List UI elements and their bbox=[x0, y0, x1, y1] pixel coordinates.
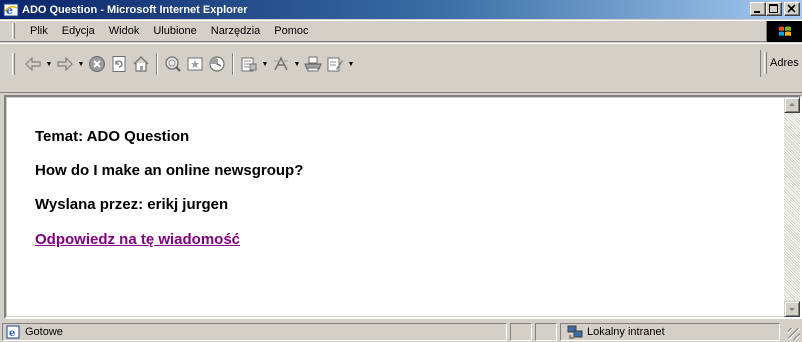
mail-icon bbox=[241, 57, 257, 72]
history-icon bbox=[209, 56, 225, 72]
history-button[interactable] bbox=[206, 53, 228, 75]
back-arrow-icon bbox=[25, 57, 41, 71]
stop-button[interactable] bbox=[86, 53, 108, 75]
refresh-icon bbox=[112, 56, 126, 72]
page-done-icon: e bbox=[6, 325, 20, 339]
refresh-button[interactable] bbox=[108, 53, 130, 75]
down-arrow-icon bbox=[789, 308, 795, 311]
forward-arrow-icon bbox=[57, 57, 73, 71]
window-title: ADO Question - Microsoft Internet Explor… bbox=[22, 3, 248, 16]
mail-button[interactable] bbox=[238, 53, 260, 75]
minimize-button[interactable] bbox=[750, 2, 766, 16]
question-text: How do I make an online newsgroup? bbox=[35, 162, 304, 179]
edit-icon bbox=[327, 57, 343, 72]
favorites-button[interactable] bbox=[184, 53, 206, 75]
status-pane-progress bbox=[510, 323, 532, 341]
back-button[interactable] bbox=[22, 53, 44, 75]
security-zone-text: Lokalny intranet bbox=[587, 326, 665, 338]
address-bar: Adres bbox=[760, 50, 802, 77]
menu-file[interactable]: Plik bbox=[23, 25, 55, 37]
encoding-button[interactable] bbox=[270, 53, 292, 75]
encoding-dropdown[interactable]: ▼ bbox=[292, 53, 302, 75]
menu-view[interactable]: Widok bbox=[102, 25, 147, 37]
close-button[interactable] bbox=[784, 2, 800, 16]
resize-grip[interactable] bbox=[788, 328, 800, 340]
menu-edit[interactable]: Edycja bbox=[55, 25, 102, 37]
home-button[interactable] bbox=[130, 53, 152, 75]
sender-text: Wyslana przez: erikj jurgen bbox=[35, 196, 229, 213]
topic-text: Temat: ADO Question bbox=[35, 128, 190, 145]
reply-link[interactable]: Odpowiedz na tę wiadomość bbox=[35, 231, 240, 248]
caption-buttons bbox=[750, 2, 800, 16]
menu-help[interactable]: Pomoc bbox=[267, 25, 315, 37]
toolbar-buttons: ▼ ▼ ▼ ▼ ▼ bbox=[22, 53, 356, 75]
up-arrow-icon bbox=[789, 103, 795, 106]
status-text: Gotowe bbox=[25, 326, 63, 338]
address-label: Adres bbox=[770, 57, 799, 69]
page-content: Temat: ADO Question How do I make an onl… bbox=[7, 98, 787, 316]
encoding-icon bbox=[274, 56, 288, 71]
edit-button[interactable] bbox=[324, 53, 346, 75]
status-pane-security bbox=[535, 323, 557, 341]
print-icon bbox=[304, 56, 322, 72]
maximize-button[interactable] bbox=[766, 2, 782, 16]
status-pane-zone: Lokalny intranet bbox=[560, 323, 780, 341]
title-bar[interactable]: e ADO Question - Microsoft Internet Expl… bbox=[0, 0, 802, 19]
menu-grip[interactable] bbox=[12, 23, 15, 39]
home-icon bbox=[133, 56, 149, 72]
menu-bar: Plik Edycja Widok Ulubione Narzędzia Pom… bbox=[0, 20, 802, 42]
status-bar: e Gotowe Lokalny intranet bbox=[0, 321, 802, 342]
toolbar-separator bbox=[232, 53, 234, 75]
forward-dropdown[interactable]: ▼ bbox=[76, 53, 86, 75]
edit-dropdown[interactable]: ▼ bbox=[346, 53, 356, 75]
mail-dropdown[interactable]: ▼ bbox=[260, 53, 270, 75]
toolbar-grip[interactable] bbox=[12, 53, 15, 75]
scroll-down-button[interactable] bbox=[784, 301, 800, 317]
print-button[interactable] bbox=[302, 53, 324, 75]
status-pane-main: e Gotowe bbox=[2, 323, 507, 341]
toolbar-separator bbox=[156, 53, 158, 75]
windows-logo-icon bbox=[779, 26, 791, 36]
search-button[interactable] bbox=[162, 53, 184, 75]
address-grip[interactable] bbox=[764, 52, 767, 74]
forward-button[interactable] bbox=[54, 53, 76, 75]
back-dropdown[interactable]: ▼ bbox=[44, 53, 54, 75]
browser-window: e ADO Question - Microsoft Internet Expl… bbox=[0, 0, 802, 342]
vertical-scrollbar[interactable] bbox=[784, 97, 800, 317]
svg-text:e: e bbox=[9, 328, 15, 339]
favorites-icon bbox=[187, 57, 203, 71]
content-frame: Temat: ADO Question How do I make an onl… bbox=[4, 95, 802, 319]
scroll-up-button[interactable] bbox=[784, 97, 800, 113]
menu-tools[interactable]: Narzędzia bbox=[204, 25, 268, 37]
resize-grip-area bbox=[783, 323, 801, 341]
menu-favorites[interactable]: Ulubione bbox=[146, 25, 203, 37]
intranet-icon bbox=[567, 325, 583, 339]
ie-logo-icon: e bbox=[3, 2, 19, 18]
stop-icon bbox=[89, 56, 105, 72]
search-icon bbox=[165, 56, 181, 72]
throbber bbox=[766, 21, 802, 42]
standard-toolbar: ▼ ▼ ▼ ▼ ▼ Adres bbox=[0, 43, 802, 93]
